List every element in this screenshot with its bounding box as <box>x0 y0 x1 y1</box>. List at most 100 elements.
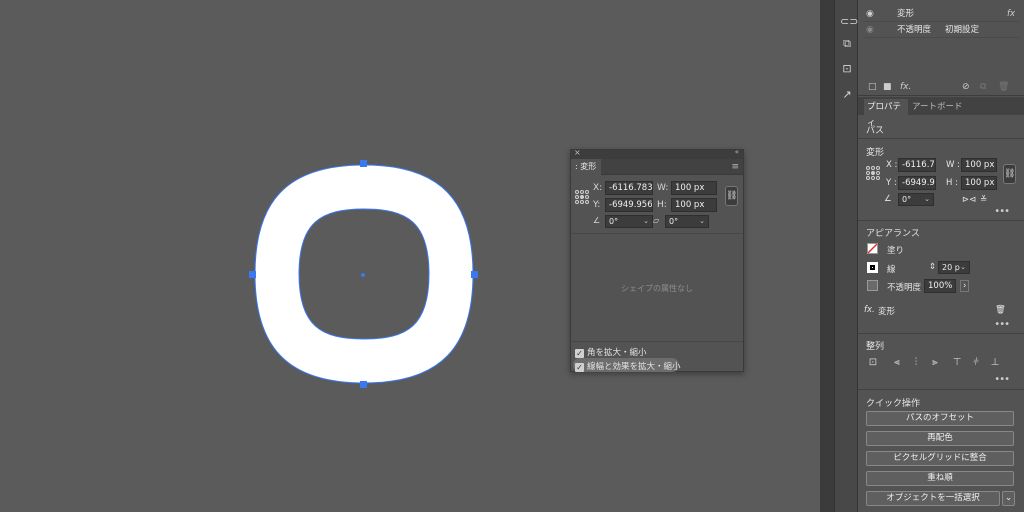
shear-dropdown[interactable]: 0° ⌄ <box>665 215 709 228</box>
appearance-opacity-row[interactable]: ◉ 不透明度 初期設定 <box>863 22 1019 38</box>
collapse-icon[interactable]: « <box>735 148 739 156</box>
fx-icon[interactable]: fx <box>1007 6 1015 22</box>
effect-link[interactable]: 変形 <box>878 305 895 317</box>
constrain-proportions-icon[interactable]: ⛓ <box>1003 164 1016 184</box>
flip-horizontal-icon[interactable]: ⊳⊲ <box>962 195 976 205</box>
fill-none-swatch-icon[interactable] <box>867 243 878 254</box>
align-bottom-icon[interactable]: ⊥ <box>989 357 1001 369</box>
opacity-label: 不透明度 <box>897 25 932 35</box>
delete-item-icon[interactable]: 🗑 <box>998 82 1009 92</box>
x-label: X: <box>593 183 603 193</box>
x-field[interactable]: -6116.7 <box>898 158 936 172</box>
offset-path-button[interactable]: パスのオフセット <box>866 411 1014 426</box>
opacity-icon <box>867 280 878 291</box>
stroke-stepper-icon[interactable]: ⇕ <box>929 262 936 272</box>
appearance-toolbar: □ ■ fx. ⊘ ⧉ 🗑 <box>858 82 1024 96</box>
transform-panel[interactable]: × « : 変形 ≡ X: -6116.7837 W: 100 px Y: -6… <box>570 148 744 372</box>
align-to-pixel-grid-button[interactable]: ピクセルグリッドに整合 <box>866 451 1014 466</box>
y-field[interactable]: -6949.9 <box>898 176 936 190</box>
selection-handle-bottom[interactable] <box>360 381 367 388</box>
scale-corners-label: 角を拡大・縮小 <box>587 348 647 358</box>
recolor-button[interactable]: 再配色 <box>866 431 1014 446</box>
y-label: Y: <box>593 200 601 210</box>
export-icon[interactable]: ↗ <box>840 88 854 102</box>
panel-divider <box>571 341 743 342</box>
chevron-down-icon: ⌄ <box>960 263 966 271</box>
shape-center-point <box>361 273 365 277</box>
tab-properties[interactable]: プロパティ <box>864 99 908 128</box>
align-center-horizontal-icon[interactable]: ⫶ <box>910 357 922 369</box>
x-field[interactable]: -6116.7837 <box>605 181 653 195</box>
tab-artboard[interactable]: アートボード <box>912 99 963 115</box>
select-same-dropdown-icon[interactable]: ⌄ <box>1002 491 1015 506</box>
links-icon[interactable]: ⊂⊃ <box>840 15 858 29</box>
visibility-eye-icon[interactable]: ◉ <box>866 6 874 22</box>
chevron-right-icon[interactable]: › <box>960 280 970 292</box>
appearance-effect-row[interactable]: ◉ 変形 fx <box>863 6 1019 22</box>
place-icon[interactable]: ⧉ <box>840 37 854 51</box>
panel-menu-icon[interactable]: ≡ <box>731 162 739 172</box>
align-section-title: 整列 <box>866 342 885 352</box>
effect-name: 変形 <box>897 9 915 19</box>
rotate-icon: ∠ <box>593 216 601 225</box>
align-to-icon[interactable]: ⊡ <box>867 357 879 369</box>
align-left-icon[interactable]: ⫷ <box>891 357 903 369</box>
add-stroke-icon[interactable]: □ <box>868 82 877 92</box>
stroke-weight-dropdown[interactable]: 20 p ⌄ <box>938 261 970 274</box>
more-options-icon[interactable]: ••• <box>994 374 1010 385</box>
section-divider <box>858 220 1024 221</box>
close-icon[interactable]: × <box>574 148 581 157</box>
visibility-eye-icon[interactable]: ◉ <box>866 22 874 38</box>
scale-corners-checkbox[interactable]: ✓ 角を拡大・縮小 <box>575 346 647 358</box>
panel-titlebar[interactable]: × « <box>571 148 743 159</box>
reference-point-icon[interactable] <box>575 190 589 204</box>
scale-strokes-checkbox[interactable]: ✓ 線幅と効果を拡大・縮小 <box>575 360 681 372</box>
add-fill-icon[interactable]: ■ <box>883 82 892 92</box>
checkbox-check-icon: ✓ <box>575 363 584 372</box>
more-options-icon[interactable]: ••• <box>994 319 1010 330</box>
align-top-icon[interactable]: ⊤ <box>951 357 963 369</box>
rotate-dropdown[interactable]: 0° ⌄ <box>605 215 653 228</box>
chevron-down-icon: ⌄ <box>699 217 705 225</box>
constrain-proportions-icon[interactable]: ⛓ <box>725 186 738 206</box>
selection-handle-top[interactable] <box>360 160 367 167</box>
rotate-value: 0° <box>902 195 912 204</box>
w-field[interactable]: 100 px <box>961 158 997 172</box>
trash-icon[interactable]: 🗑 <box>995 305 1006 315</box>
opacity-field[interactable]: 100% <box>924 279 956 293</box>
section-divider <box>858 389 1024 390</box>
selection-handle-left[interactable] <box>249 271 256 278</box>
align-right-icon[interactable]: ⫸ <box>929 357 941 369</box>
panel-dock-gutter <box>820 0 834 512</box>
quick-actions-title: クイック操作 <box>866 399 921 409</box>
clear-appearance-icon[interactable]: ⊘ <box>962 82 970 92</box>
select-same-button[interactable]: オブジェクトを一括選択 <box>866 491 1000 506</box>
rotate-dropdown[interactable]: 0° ⌄ <box>898 193 934 206</box>
transform-section-title: 変形 <box>866 148 885 158</box>
duplicate-item-icon[interactable]: ⧉ <box>980 82 986 92</box>
stroke-label: 線 <box>887 265 896 275</box>
more-options-icon[interactable]: ••• <box>994 206 1010 217</box>
panel-icon-column: ⊂⊃ ⧉ ⊡ ↗ <box>834 0 858 512</box>
opacity-label: 不透明度 <box>887 283 922 293</box>
rotate-icon: ∠ <box>884 194 892 204</box>
selection-handle-right[interactable] <box>471 271 478 278</box>
w-field[interactable]: 100 px <box>671 181 717 195</box>
y-field[interactable]: -6949.956 <box>605 198 653 212</box>
selection-type-label: パス <box>866 126 885 136</box>
h-label: H: <box>657 200 667 210</box>
h-field[interactable]: 100 px <box>671 198 717 212</box>
no-shape-attributes-text: シェイプの属性なし <box>621 284 693 293</box>
section-divider <box>858 138 1024 139</box>
align-center-vertical-icon[interactable]: ⫩ <box>970 357 982 369</box>
tab-transform[interactable]: : 変形 <box>571 159 601 175</box>
reference-point-icon[interactable] <box>866 166 880 180</box>
add-effect-icon[interactable]: fx. <box>900 82 911 92</box>
chevron-down-icon: ⌄ <box>924 195 930 203</box>
h-field[interactable]: 100 px <box>961 176 997 190</box>
chevron-down-icon: ⌄ <box>643 217 649 225</box>
transform-icon[interactable]: ⊡ <box>840 62 854 76</box>
flip-vertical-icon[interactable]: ≚ <box>980 195 987 205</box>
arrange-button[interactable]: 重ね順 <box>866 471 1014 486</box>
stroke-swatch-icon[interactable] <box>867 262 878 273</box>
